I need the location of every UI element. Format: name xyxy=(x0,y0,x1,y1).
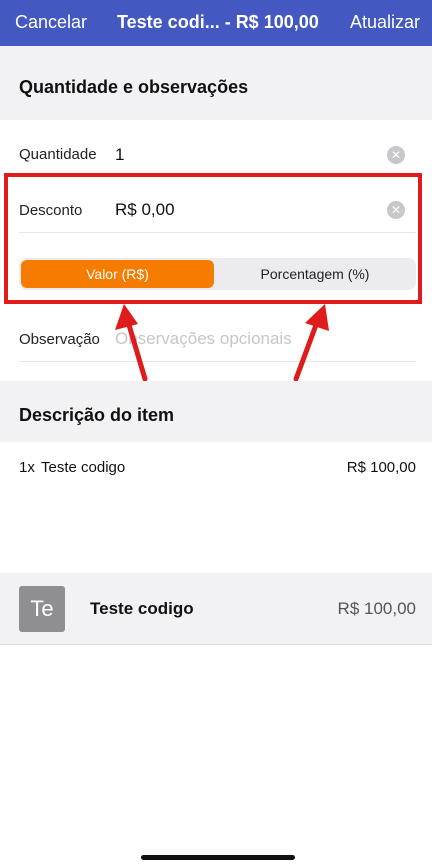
product-price: R$ 100,00 xyxy=(337,599,416,618)
section-title-item: Descrição do item xyxy=(19,405,175,425)
product-thumbnail: Te xyxy=(19,586,65,632)
arrow-left-icon xyxy=(115,304,148,382)
arrow-right-icon xyxy=(293,304,329,382)
home-indicator xyxy=(141,855,295,860)
item-quantity: 1x xyxy=(19,459,35,476)
product-row[interactable]: Te Teste codigo R$ 100,00 xyxy=(0,573,432,645)
section-header-item: Descrição do item xyxy=(0,381,432,442)
item-price: R$ 100,00 xyxy=(346,459,416,476)
product-name: Teste codigo xyxy=(90,599,194,618)
item-name: Teste codigo xyxy=(41,459,126,476)
